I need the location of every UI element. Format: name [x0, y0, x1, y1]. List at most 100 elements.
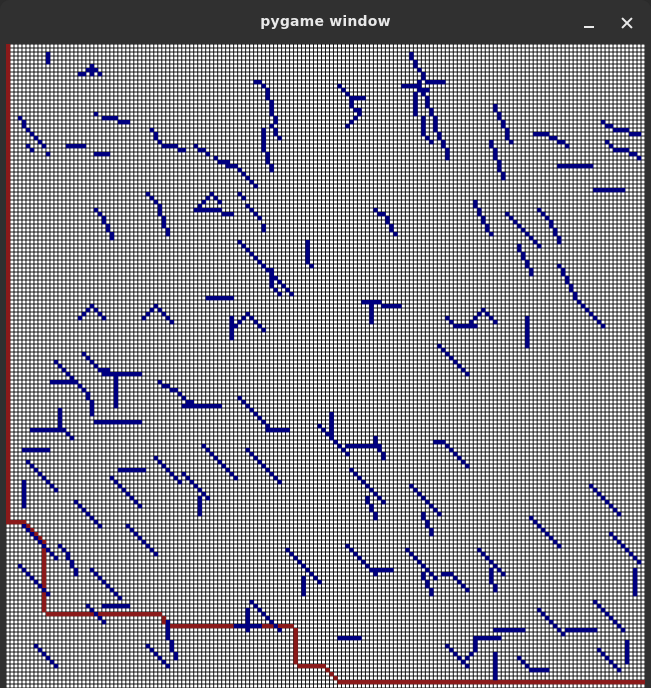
wall-cell — [61, 428, 67, 433]
path-cell — [41, 556, 47, 561]
wall-cell — [393, 304, 398, 309]
wall-cell — [265, 268, 270, 273]
path-cell — [6, 308, 11, 313]
path-cell — [593, 680, 598, 685]
path-cell — [6, 84, 11, 89]
wall-cell — [45, 448, 51, 453]
wall-cell — [65, 556, 71, 561]
wall-cell — [377, 448, 382, 453]
wall-cell — [373, 440, 378, 445]
path-cell — [141, 612, 147, 617]
wall-cell — [245, 628, 250, 633]
wall-cell — [409, 484, 414, 489]
path-cell — [6, 180, 11, 185]
wall-cell — [89, 516, 95, 521]
wall-cell — [113, 396, 119, 401]
path-cell — [413, 680, 418, 685]
wall-cell — [149, 308, 155, 313]
minimize-button[interactable] — [579, 13, 599, 33]
wall-cell — [101, 420, 107, 425]
wall-cell — [229, 316, 234, 321]
wall-cell — [437, 132, 442, 137]
path-cell — [6, 364, 11, 369]
wall-cell — [573, 292, 578, 297]
wall-cell — [453, 324, 458, 329]
wall-cell — [441, 144, 446, 149]
path-cell — [293, 640, 298, 645]
grid-canvas[interactable] — [6, 44, 645, 688]
wall-cell — [261, 84, 266, 89]
path-cell — [625, 680, 630, 685]
wall-cell — [125, 372, 131, 377]
wall-cell — [345, 452, 350, 457]
wall-cell — [49, 380, 55, 385]
wall-cell — [457, 656, 462, 661]
wall-cell — [277, 280, 282, 285]
wall-cell — [57, 408, 63, 413]
title-bar[interactable]: pygame window — [0, 0, 651, 44]
wall-cell — [565, 164, 570, 169]
wall-cell — [493, 676, 498, 681]
wall-cell — [369, 316, 374, 321]
path-cell — [6, 512, 11, 517]
wall-cell — [225, 164, 230, 169]
wall-cell — [241, 244, 246, 249]
path-cell — [313, 664, 318, 669]
wall-cell — [229, 212, 234, 217]
path-cell — [533, 680, 538, 685]
wall-cell — [257, 80, 262, 85]
path-cell — [601, 680, 606, 685]
wall-cell — [229, 328, 234, 333]
path-cell — [6, 96, 11, 101]
wall-cell — [593, 488, 598, 493]
wall-cell — [437, 136, 442, 141]
wall-cell — [85, 68, 91, 73]
wall-cell — [117, 120, 123, 125]
path-cell — [6, 260, 11, 265]
wall-cell — [509, 140, 514, 145]
close-button[interactable] — [617, 13, 637, 33]
wall-cell — [389, 224, 394, 229]
wall-cell — [425, 524, 430, 529]
path-cell — [617, 680, 622, 685]
wall-cell — [37, 472, 43, 477]
wall-cell — [553, 136, 558, 141]
path-cell — [6, 480, 11, 485]
wall-cell — [609, 504, 614, 509]
wall-cell — [41, 144, 47, 149]
wall-cell — [29, 576, 35, 581]
wall-cell — [417, 80, 422, 85]
path-cell — [353, 680, 358, 685]
wall-cell — [629, 152, 634, 157]
wall-cell — [81, 144, 87, 149]
wall-cell — [353, 108, 358, 113]
wall-cell — [249, 316, 254, 321]
path-cell — [521, 680, 526, 685]
path-cell — [6, 420, 11, 425]
wall-cell — [21, 488, 27, 493]
path-cell — [389, 680, 394, 685]
wall-cell — [541, 528, 546, 533]
path-cell — [113, 612, 119, 617]
wall-cell — [461, 460, 466, 465]
wall-cell — [45, 52, 51, 57]
path-cell — [6, 352, 11, 357]
wall-cell — [365, 496, 370, 501]
minimize-icon — [584, 26, 594, 28]
path-cell — [41, 564, 47, 569]
path-cell — [6, 160, 11, 165]
wall-cell — [253, 624, 258, 629]
wall-cell — [517, 628, 522, 633]
wall-cell — [493, 152, 498, 157]
wall-cell — [493, 660, 498, 665]
wall-cell — [473, 324, 478, 329]
wall-cell — [537, 132, 542, 137]
path-cell — [293, 648, 298, 653]
path-cell — [6, 60, 11, 65]
wall-cell — [153, 200, 159, 205]
path-cell — [345, 680, 350, 685]
path-cell — [6, 264, 11, 269]
wall-cell — [153, 552, 159, 557]
game-canvas[interactable] — [6, 44, 645, 688]
path-cell — [41, 584, 47, 589]
